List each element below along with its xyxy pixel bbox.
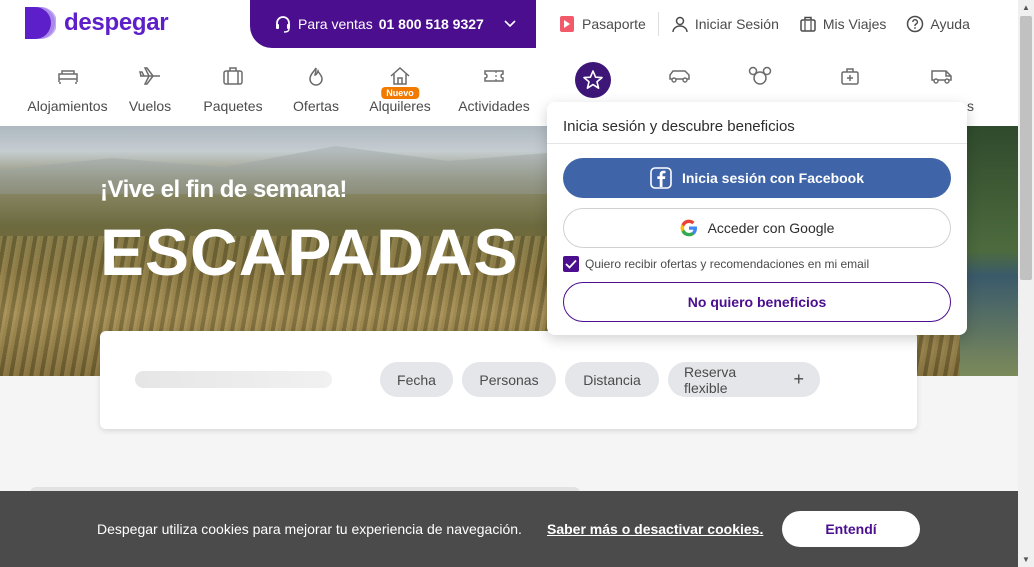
passport-link[interactable]: Pasaporte [548,15,656,33]
logo-mark-icon [25,7,57,39]
suitcase-icon [799,15,817,33]
brand-name: despegar [64,9,169,36]
hero-subtitle: ¡Vive el fin de semana! [100,176,347,203]
login-link[interactable]: Iniciar Sesión [661,15,789,33]
sales-label: Para ventas [298,16,373,32]
divider [547,143,967,144]
passport-label: Pasaporte [582,16,646,32]
headset-icon [274,15,292,33]
scroll-up-arrow-icon[interactable]: ▲ [1022,3,1030,12]
bed-icon [57,66,79,89]
mouse-ears-icon [748,66,772,89]
plus-icon: + [793,369,804,389]
nav-label: Vuelos [128,98,172,114]
decline-benefits-button[interactable]: No quiero beneficios [563,282,951,322]
star-icon [582,69,604,91]
google-login-button[interactable]: Acceder con Google [563,208,951,248]
despegar-logo[interactable]: despegar [25,7,169,39]
facebook-icon [650,167,672,189]
nav-item-alojamientos[interactable]: Alojamientos [20,48,115,126]
benefits-star-button[interactable] [575,62,611,98]
search-filters-card: Fecha Personas Distancia Reserva flexibl… [100,331,917,429]
google-login-label: Acceder con Google [707,220,835,236]
van-icon [930,66,954,89]
ticket-icon [483,66,505,89]
offers-checkbox[interactable] [563,256,579,272]
filter-chip-fecha[interactable]: Fecha [380,362,453,397]
nav-label: Ofertas [293,98,339,114]
scrollbar-thumb[interactable] [1020,16,1032,280]
user-icon [671,15,689,33]
dropdown-title: Inicia sesión y descubre beneficios [563,118,795,135]
flexible-label: Reserva flexible [684,363,737,396]
cookie-text: Despegar utiliza cookies para mejorar tu… [97,521,522,537]
login-benefits-dropdown: Inicia sesión y descubre beneficios Inic… [547,102,967,335]
nav-item-actividades[interactable]: Actividades [450,48,538,126]
top-links: Pasaporte Iniciar Sesión Mis Viajes Ayud… [548,0,980,48]
filter-chip-reserva-flexible[interactable]: Reserva flexible + [668,362,820,397]
filter-chip-personas[interactable]: Personas [462,362,556,397]
help-label: Ayuda [930,16,970,32]
nav-item-paquetes[interactable]: Paquetes [195,48,271,126]
facebook-login-button[interactable]: Inicia sesión con Facebook [563,158,951,198]
nav-label: Paquetes [203,98,263,114]
nav-label: Alojamientos [27,98,108,114]
cookie-accept-button[interactable]: Entendí [782,511,920,547]
filter-chip-distancia[interactable]: Distancia [565,362,659,397]
help-icon [906,15,924,33]
facebook-login-label: Inicia sesión con Facebook [681,170,865,186]
chevron-down-icon [504,17,516,31]
nav-label: Actividades [458,98,530,114]
offers-checkbox-row[interactable]: Quiero recibir ofertas y recomendaciones… [563,256,869,272]
car-icon [668,66,692,89]
medical-bag-icon [839,66,861,89]
nav-label-partial: s [967,98,974,114]
nav-label: Alquileres [369,98,431,114]
top-bar: despegar Para ventas 01 800 518 9327 Pas… [0,0,1018,48]
divider [657,12,659,36]
passport-icon [558,15,576,33]
offers-icon [305,66,327,89]
my-trips-label: Mis Viajes [822,16,887,32]
nav-item-ofertas[interactable]: Ofertas [285,48,347,126]
nav-item-alquileres[interactable]: Nuevo Alquileres [362,48,438,126]
nav-item-vuelos[interactable]: Vuelos [120,48,180,126]
google-icon [680,219,698,237]
help-link[interactable]: Ayuda [896,15,979,33]
cookie-banner: Despegar utiliza cookies para mejorar tu… [0,491,1018,567]
hero-lake [960,126,1018,376]
sales-phone-button[interactable]: Para ventas 01 800 518 9327 [250,0,536,48]
offers-checkbox-label: Quiero recibir ofertas y recomendaciones… [585,257,870,271]
sales-phone: 01 800 518 9327 [378,16,484,32]
house-icon [389,66,411,89]
scroll-down-arrow-icon[interactable]: ▼ [1022,555,1030,564]
plane-icon [139,66,161,89]
my-trips-link[interactable]: Mis Viajes [789,15,897,33]
login-label: Iniciar Sesión [694,16,779,32]
cookie-settings-link[interactable]: Saber más o desactivar cookies. [547,521,763,537]
vertical-scrollbar[interactable]: ▲ ▼ [1018,0,1034,567]
hero-title: ESCAPADAS [100,215,519,289]
package-icon [222,66,244,89]
loading-skeleton [135,371,332,388]
